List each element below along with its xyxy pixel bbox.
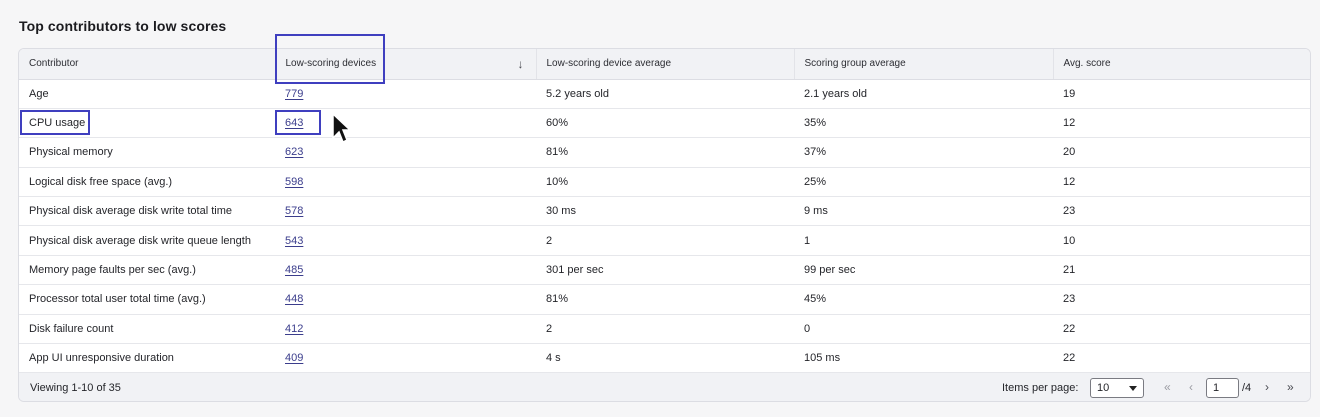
- avg-score-cell: 22: [1053, 343, 1310, 374]
- low-scoring-devices-link-wrapper: 485: [275, 255, 536, 286]
- device-average-cell: 81%: [536, 284, 794, 315]
- items-per-page-label: Items per page:: [1002, 382, 1079, 394]
- low-scoring-devices-link[interactable]: 598: [285, 176, 303, 188]
- low-scoring-devices-link-wrapper: 448: [275, 284, 536, 315]
- table-row: Age 779 5.2 years old 2.1 years old 19: [19, 79, 1310, 109]
- device-average-cell: 2: [536, 314, 794, 345]
- items-per-page-value: 10: [1097, 382, 1110, 394]
- avg-score-cell: 23: [1053, 196, 1310, 227]
- header-low-scoring-devices[interactable]: Low-scoring devices ↓: [275, 49, 537, 80]
- avg-score-cell: 23: [1053, 284, 1310, 315]
- group-average-cell: 99 per sec: [794, 255, 1053, 286]
- last-page-icon[interactable]: »: [1287, 380, 1294, 394]
- contributor-cell: Memory page faults per sec (avg.): [19, 255, 275, 286]
- header-contributor[interactable]: Contributor: [19, 49, 276, 80]
- device-average-cell: 2: [536, 225, 794, 256]
- table-footer: Viewing 1-10 of 35 Items per page: 10 « …: [19, 373, 1310, 401]
- table-row: Disk failure count 412 2 0 22: [19, 314, 1310, 345]
- avg-score-cell: 10: [1053, 225, 1310, 256]
- contributor-cell: Disk failure count: [19, 314, 275, 345]
- table-row: Memory page faults per sec (avg.) 485 301 …: [19, 255, 1310, 286]
- contributor-cell: App UI unresponsive duration: [19, 343, 275, 374]
- next-page-icon[interactable]: ›: [1265, 380, 1269, 394]
- contributor-cell: Logical disk free space (avg.): [19, 167, 275, 198]
- table-row: Logical disk free space (avg.) 598 10% 25% 1…: [19, 167, 1310, 198]
- low-scoring-devices-link[interactable]: 623: [285, 146, 303, 158]
- table-row: Physical disk average disk write queue l…: [19, 225, 1310, 256]
- section-title: Top contributors to low scores: [19, 18, 227, 34]
- group-average-cell: 9 ms: [794, 196, 1053, 227]
- contributor-cell: Physical memory: [19, 137, 275, 168]
- contributors-table-card: Contributor Low-scoring devices ↓ Low-sc…: [18, 48, 1311, 402]
- low-scoring-devices-link[interactable]: 409: [285, 352, 303, 364]
- avg-score-cell: 20: [1053, 137, 1310, 168]
- table-header-row: Contributor Low-scoring devices ↓ Low-sc…: [19, 49, 1310, 80]
- table-row: Physical disk average disk write total t…: [19, 196, 1310, 227]
- group-average-cell: 0: [794, 314, 1053, 345]
- group-average-cell: 35%: [794, 108, 1053, 139]
- low-scoring-devices-link-wrapper: 623: [275, 137, 536, 168]
- avg-score-cell: 12: [1053, 108, 1310, 139]
- avg-score-cell: 22: [1053, 314, 1310, 345]
- avg-score-cell: 21: [1053, 255, 1310, 286]
- low-scoring-devices-link-wrapper: 409: [275, 343, 536, 374]
- low-scoring-devices-link[interactable]: 412: [285, 323, 303, 335]
- contributor-cell: CPU usage: [19, 108, 275, 139]
- low-scoring-devices-link-wrapper: 643: [275, 108, 536, 139]
- contributor-cell: Processor total user total time (avg.): [19, 284, 275, 315]
- table-row: App UI unresponsive duration 409 4 s 105 ms…: [19, 343, 1310, 374]
- header-scoring-group-average[interactable]: Scoring group average: [794, 49, 1054, 80]
- low-scoring-devices-link[interactable]: 779: [285, 88, 303, 100]
- mouse-pointer-icon: [332, 112, 351, 144]
- page-total: /4: [1242, 382, 1252, 394]
- low-scoring-devices-link-wrapper: 578: [275, 196, 536, 227]
- items-per-page-select[interactable]: 10: [1090, 378, 1144, 398]
- device-average-cell: 301 per sec: [536, 255, 794, 286]
- group-average-cell: 1: [794, 225, 1053, 256]
- caret-down-icon: [1129, 386, 1137, 391]
- low-scoring-devices-link[interactable]: 485: [285, 264, 303, 276]
- device-average-cell: 60%: [536, 108, 794, 139]
- contributor-cell: Physical disk average disk write queue l…: [19, 225, 275, 256]
- avg-score-cell: 19: [1053, 79, 1310, 109]
- contributor-cell: Age: [19, 79, 275, 109]
- group-average-cell: 25%: [794, 167, 1053, 198]
- low-scoring-devices-link[interactable]: 578: [285, 205, 303, 217]
- avg-score-cell: 12: [1053, 167, 1310, 198]
- device-average-cell: 81%: [536, 137, 794, 168]
- device-average-cell: 30 ms: [536, 196, 794, 227]
- page-number-input[interactable]: 1: [1206, 378, 1239, 398]
- device-average-cell: 5.2 years old: [536, 79, 794, 109]
- header-low-scoring-device-average[interactable]: Low-scoring device average: [536, 49, 795, 80]
- table-row: Physical memory 623 81% 37% 20: [19, 137, 1310, 168]
- table-row: Processor total user total time (avg.) 44…: [19, 284, 1310, 315]
- group-average-cell: 2.1 years old: [794, 79, 1053, 109]
- low-scoring-devices-link-wrapper: 543: [275, 225, 536, 256]
- contributors-table: Contributor Low-scoring devices ↓ Low-sc…: [19, 49, 1310, 374]
- low-scoring-devices-link[interactable]: 448: [285, 293, 303, 305]
- low-scoring-devices-link[interactable]: 643: [285, 117, 303, 129]
- group-average-cell: 105 ms: [794, 343, 1053, 374]
- table-row: CPU usage 643 60% 35% 12: [19, 108, 1310, 139]
- group-average-cell: 37%: [794, 137, 1053, 168]
- viewing-count: Viewing 1-10 of 35: [30, 382, 121, 394]
- header-low-scoring-devices-label: Low-scoring devices: [285, 58, 377, 70]
- first-page-icon[interactable]: «: [1164, 380, 1171, 394]
- low-scoring-devices-link-wrapper: 779: [275, 79, 536, 109]
- device-average-cell: 10%: [536, 167, 794, 198]
- low-scoring-devices-link-wrapper: 412: [275, 314, 536, 345]
- low-scoring-devices-link[interactable]: 543: [285, 235, 303, 247]
- device-average-cell: 4 s: [536, 343, 794, 374]
- arrow-down-icon[interactable]: ↓: [518, 57, 524, 71]
- group-average-cell: 45%: [794, 284, 1053, 315]
- page-number-value: 1: [1213, 382, 1220, 394]
- prev-page-icon[interactable]: ‹: [1189, 380, 1193, 394]
- contributor-cell: Physical disk average disk write total t…: [19, 196, 275, 227]
- header-avg-score[interactable]: Avg. score: [1053, 49, 1310, 80]
- low-scoring-devices-link-wrapper: 598: [275, 167, 536, 198]
